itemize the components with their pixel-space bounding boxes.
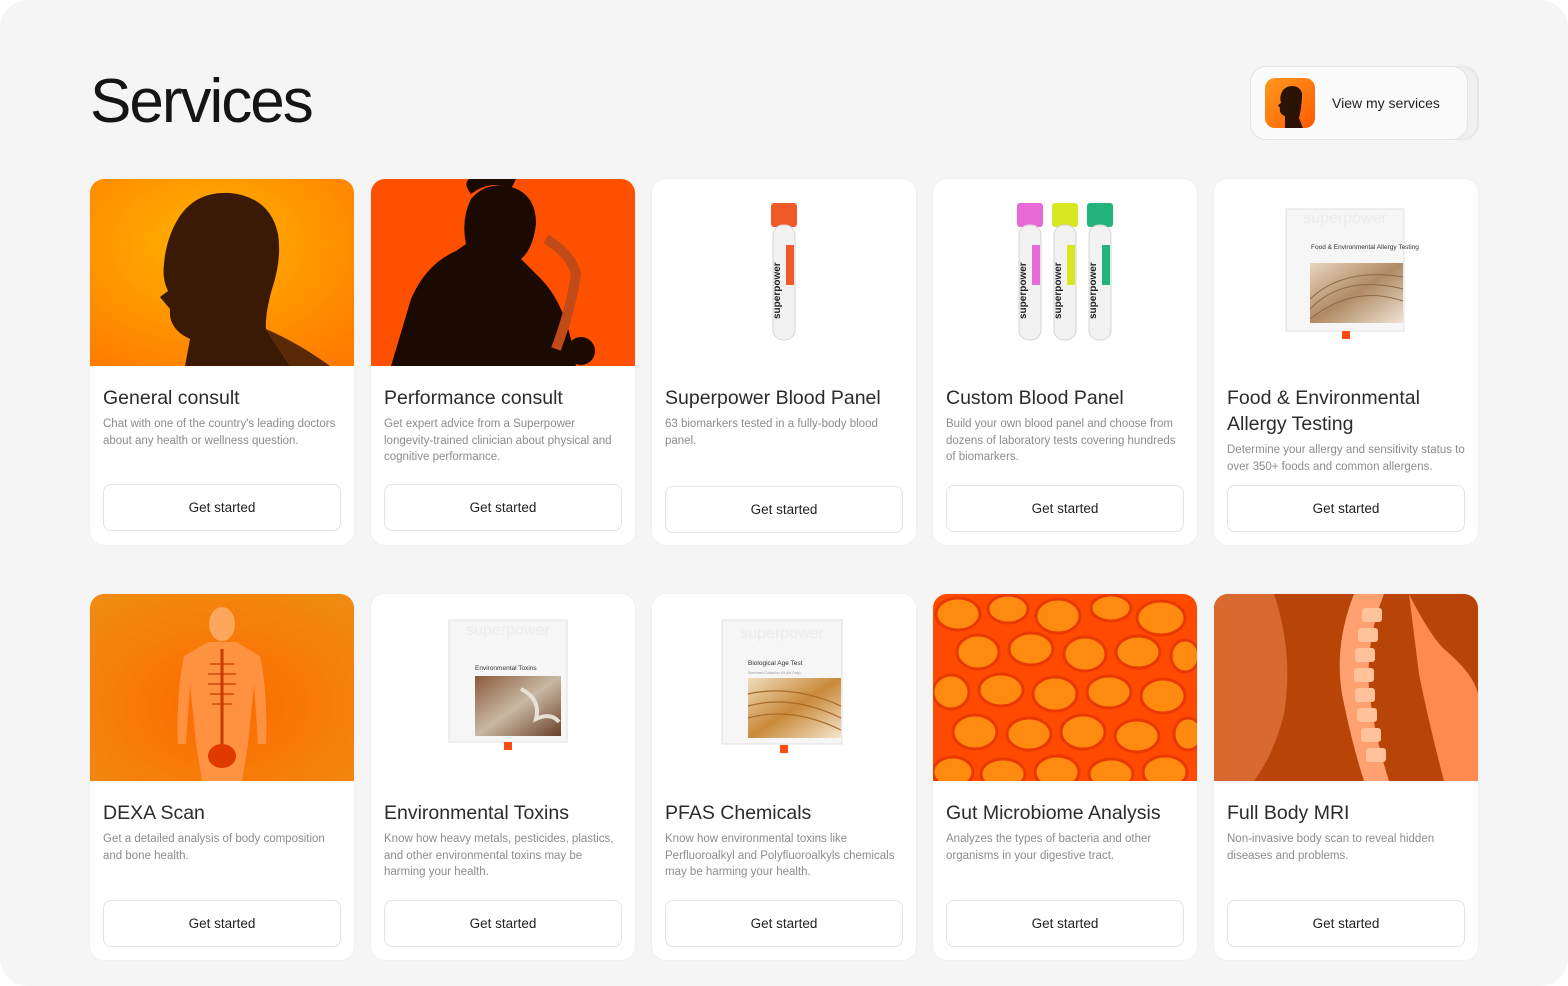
get-started-button[interactable]: Get started (665, 900, 903, 947)
toxins-box-image: superpower Environmental Toxins (371, 594, 635, 781)
tube-brand: superpower (1088, 262, 1099, 319)
get-started-button[interactable]: Get started (946, 485, 1184, 532)
get-started-button[interactable]: Get started (103, 484, 341, 531)
box-label: Biological Age Test (748, 660, 803, 667)
box-sublabel: Specimen Collection Kit (Kit Only) (748, 671, 801, 675)
get-started-button[interactable]: Get started (384, 484, 622, 531)
service-card-gut-microbiome[interactable]: Gut Microbiome Analysis Analyzes the typ… (933, 594, 1197, 960)
service-title: Gut Microbiome Analysis (946, 802, 1161, 824)
page-title: Services (90, 67, 314, 136)
service-description: Analyzes the types of bacteria and other… (946, 833, 1152, 862)
service-title: PFAS Chemicals (665, 802, 812, 824)
tube-brand: superpower (772, 262, 783, 319)
general-consult-image (90, 179, 354, 366)
get-started-button[interactable]: Get started (1227, 485, 1465, 532)
service-description: 63 biomarkers tested in a fully-body blo… (665, 418, 878, 447)
service-card-pfas-chemicals[interactable]: superpower Biological Age Test Specimen … (652, 594, 916, 960)
box-label: Food & Environmental Allergy Testing (1311, 244, 1419, 251)
service-title: Superpower Blood Panel (665, 387, 881, 409)
box-brand: superpower (1303, 210, 1387, 227)
service-title: DEXA Scan (103, 802, 205, 824)
service-description: Determine your allergy and sensitivity s… (1227, 444, 1465, 473)
performance-consult-image (371, 179, 635, 366)
service-card-environmental-toxins[interactable]: superpower Environmental Toxins Environm… (371, 594, 635, 960)
view-my-services-label: View my services (1332, 95, 1440, 111)
box-label: Environmental Toxins (475, 665, 537, 672)
allergy-box-image: superpower Food & Environmental Allergy … (1214, 179, 1478, 366)
view-my-services-button[interactable]: View my services (1250, 66, 1468, 140)
service-card-custom-blood-panel[interactable]: superpower superpower superpower Custom … (933, 179, 1197, 545)
dexa-scan-image (90, 594, 354, 781)
service-description: Chat with one of the country's leading d… (103, 418, 336, 447)
get-started-button[interactable]: Get started (665, 486, 903, 533)
services-page: Services View my services General consul… (0, 0, 1568, 986)
blood-tube-image: superpower (652, 179, 916, 366)
service-description: Know how heavy metals, pesticides, plast… (384, 833, 614, 878)
mri-image (1214, 594, 1478, 781)
get-started-button[interactable]: Get started (1227, 900, 1465, 947)
box-brand: superpower (466, 622, 550, 639)
service-title: Performance consult (384, 387, 563, 409)
service-description: Get a detailed analysis of body composit… (103, 833, 325, 862)
tube-brand: superpower (1018, 262, 1029, 319)
three-tubes-image: superpower superpower superpower (933, 179, 1197, 366)
pfas-box-image: superpower Biological Age Test Specimen … (652, 594, 916, 781)
service-card-food-allergy-testing[interactable]: superpower Food & Environmental Allergy … (1214, 179, 1478, 545)
service-description: Non-invasive body scan to reveal hidden … (1227, 833, 1435, 862)
service-title: Food & Environmental Allergy Testing (1227, 387, 1420, 435)
box-brand: superpower (740, 625, 824, 642)
get-started-button[interactable]: Get started (946, 900, 1184, 947)
service-card-full-body-mri[interactable]: Full Body MRI Non-invasive body scan to … (1214, 594, 1478, 960)
service-description: Build your own blood panel and choose fr… (946, 418, 1176, 463)
service-title: Custom Blood Panel (946, 387, 1124, 409)
get-started-button[interactable]: Get started (384, 900, 622, 947)
service-title: Full Body MRI (1227, 802, 1350, 824)
get-started-button[interactable]: Get started (103, 900, 341, 947)
microbiome-image (933, 594, 1197, 781)
service-card-dexa-scan[interactable]: DEXA Scan Get a detailed analysis of bod… (90, 594, 354, 960)
service-title: General consult (103, 387, 240, 409)
tube-brand: superpower (1053, 262, 1064, 319)
service-card-performance-consult[interactable]: Performance consult Get expert advice fr… (371, 179, 635, 545)
service-card-superpower-blood-panel[interactable]: superpower Superpower Blood Panel 63 bio… (652, 179, 916, 545)
service-title: Environmental Toxins (384, 802, 569, 824)
service-description: Know how environmental toxins like Perfl… (665, 833, 895, 878)
service-card-general-consult[interactable]: General consult Chat with one of the cou… (90, 179, 354, 545)
service-description: Get expert advice from a Superpower long… (384, 418, 612, 463)
avatar (1265, 78, 1315, 128)
